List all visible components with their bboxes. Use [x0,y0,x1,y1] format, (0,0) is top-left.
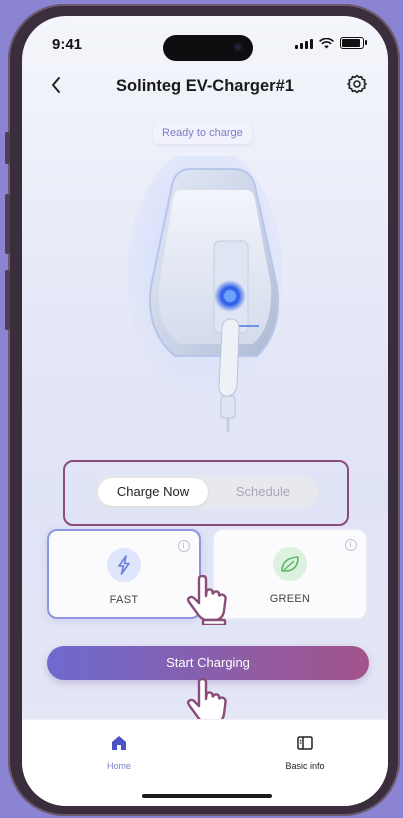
home-indicator [142,794,272,798]
tab-charge-now[interactable]: Charge Now [98,478,208,506]
start-charging-button[interactable]: Start Charging [47,646,369,680]
pointer-hand-icon [186,575,227,625]
mode-icon-bg [107,548,141,582]
book-icon [297,736,313,750]
wifi-icon [319,38,334,49]
camera-icon [233,42,243,52]
status-time: 9:41 [52,36,83,53]
battery-icon [340,37,367,49]
bottom-nav: Home Basic info [22,719,388,806]
phone-side-button [5,270,10,330]
info-icon[interactable] [345,539,357,551]
nav-basic-info[interactable]: Basic info [260,734,350,771]
leaf-icon [281,556,299,572]
mode-icon-bg [273,547,307,581]
header: Solinteg EV-Charger#1 [22,71,388,111]
charger-image [127,146,283,436]
page-title: Solinteg EV-Charger#1 [116,77,294,95]
status-badge: Ready to charge [153,122,252,144]
app-screen: 9:41 Solinteg EV-Charger#1 Ready to char… [22,16,388,806]
fast-mode-label: FAST [109,594,139,606]
mode-toggle: Charge Now Schedule [95,475,319,509]
phone-side-button [5,194,10,254]
status-icons [295,37,367,49]
home-icon [112,736,126,750]
fast-mode-card[interactable]: FAST [47,529,201,619]
signal-icon [295,39,313,49]
dynamic-island [163,35,253,61]
gear-icon [347,74,367,94]
green-mode-card[interactable]: GREEN [213,529,367,619]
lightning-icon [118,555,130,575]
phone-side-button [5,132,10,164]
tab-schedule[interactable]: Schedule [209,478,317,506]
settings-button[interactable] [346,73,370,97]
status-bar: 9:41 [22,16,388,61]
info-icon[interactable] [178,540,190,552]
nav-basic-info-label: Basic info [285,761,325,771]
nav-home[interactable]: Home [74,734,164,771]
nav-home-label: Home [106,761,131,771]
green-mode-label: GREEN [269,593,311,605]
